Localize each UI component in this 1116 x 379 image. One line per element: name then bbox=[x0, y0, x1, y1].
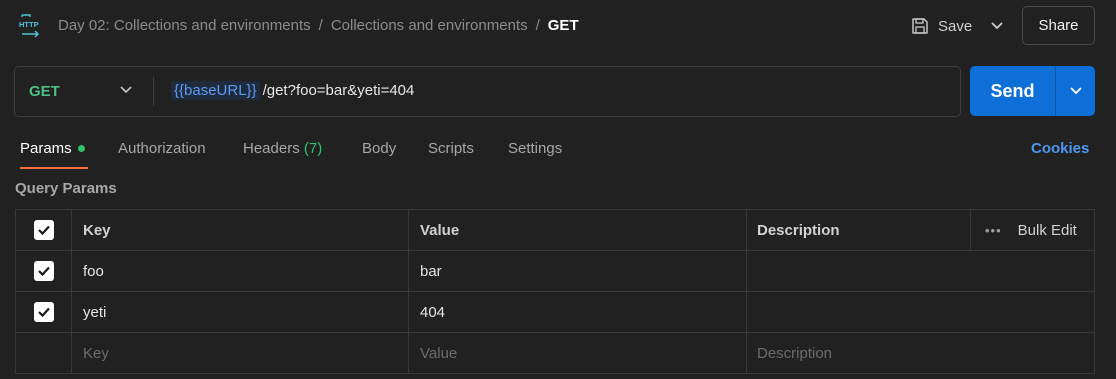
column-header-value: Value bbox=[409, 210, 747, 250]
request-name[interactable]: GET bbox=[548, 17, 579, 34]
method-label: GET bbox=[29, 83, 60, 100]
select-all-checkbox[interactable] bbox=[33, 220, 54, 240]
breadcrumb-collection[interactable]: Day 02: Collections and environments bbox=[58, 17, 311, 34]
tab-scripts[interactable]: Scripts bbox=[428, 140, 474, 157]
row-checkbox[interactable] bbox=[33, 302, 54, 322]
request-header: HTTP Day 02: Collections and environment… bbox=[0, 0, 1116, 52]
bulk-edit-label: Bulk Edit bbox=[1017, 221, 1077, 239]
active-tab-indicator bbox=[20, 167, 88, 169]
param-description-cell[interactable] bbox=[747, 292, 1094, 332]
query-params-title: Query Params bbox=[15, 180, 117, 197]
table-header-row: Key Value Description ••• Bulk Edit bbox=[16, 210, 1094, 251]
headers-count: (7) bbox=[303, 140, 323, 157]
bulk-edit-button[interactable]: ••• Bulk Edit bbox=[971, 210, 1094, 250]
select-all-cell bbox=[16, 210, 72, 250]
save-icon bbox=[912, 18, 928, 34]
row-check-cell bbox=[16, 251, 72, 291]
table-row-new: Key Value Description bbox=[16, 333, 1094, 374]
tab-params[interactable]: Params bbox=[20, 140, 85, 157]
check-icon bbox=[37, 266, 50, 277]
chevron-down-icon bbox=[1069, 87, 1082, 95]
new-description-input[interactable]: Description bbox=[747, 333, 1094, 373]
param-description-cell[interactable] bbox=[747, 251, 1094, 291]
table-row: foo bar bbox=[16, 251, 1094, 292]
param-key-cell[interactable]: yeti bbox=[72, 292, 409, 332]
chevron-down-icon bbox=[991, 22, 1003, 30]
tab-body[interactable]: Body bbox=[362, 140, 396, 157]
cookies-link[interactable]: Cookies bbox=[1031, 140, 1089, 157]
url-input[interactable]: {{baseURL}} /get?foo=bar&yeti=404 bbox=[171, 81, 414, 100]
check-icon bbox=[37, 307, 50, 318]
breadcrumb-folder[interactable]: Collections and environments bbox=[331, 17, 528, 34]
param-key-cell[interactable]: foo bbox=[72, 251, 409, 291]
tab-headers[interactable]: Headers (7) bbox=[243, 140, 322, 157]
more-icon[interactable]: ••• bbox=[985, 223, 1002, 238]
row-check-cell bbox=[16, 292, 72, 332]
row-checkbox[interactable] bbox=[33, 261, 54, 281]
column-header-description: Description bbox=[747, 210, 971, 250]
save-button[interactable]: Save bbox=[902, 10, 978, 42]
tab-authorization[interactable]: Authorization bbox=[118, 140, 206, 157]
send-button[interactable]: Send bbox=[970, 66, 1055, 116]
svg-text:HTTP: HTTP bbox=[19, 20, 39, 29]
save-label: Save bbox=[938, 17, 973, 35]
tab-settings[interactable]: Settings bbox=[508, 140, 562, 157]
tab-params-label: Params bbox=[20, 140, 72, 157]
breadcrumb-separator: / bbox=[318, 17, 323, 34]
share-button[interactable]: Share bbox=[1022, 6, 1095, 45]
param-value-cell[interactable]: bar bbox=[409, 251, 747, 291]
request-tabs: Params Authorization Headers (7) Body Sc… bbox=[0, 130, 1116, 170]
divider bbox=[153, 77, 154, 106]
chevron-down-icon bbox=[120, 86, 132, 94]
column-header-key: Key bbox=[72, 210, 409, 250]
http-icon: HTTP bbox=[19, 14, 39, 38]
breadcrumb: Day 02: Collections and environments / C… bbox=[58, 17, 579, 34]
param-value-cell[interactable]: 404 bbox=[409, 292, 747, 332]
url-path: /get?foo=bar&yeti=404 bbox=[262, 82, 415, 99]
active-dot-icon bbox=[77, 144, 85, 152]
send-options-button[interactable] bbox=[1055, 66, 1095, 116]
table-row: yeti 404 bbox=[16, 292, 1094, 333]
row-check-cell bbox=[16, 333, 72, 373]
new-key-input[interactable]: Key bbox=[72, 333, 409, 373]
save-options-button[interactable] bbox=[984, 12, 1010, 40]
url-variable[interactable]: {{baseURL}} bbox=[171, 81, 260, 100]
query-params-table: Key Value Description ••• Bulk Edit foo … bbox=[15, 209, 1095, 374]
breadcrumb-separator: / bbox=[535, 17, 540, 34]
new-value-input[interactable]: Value bbox=[409, 333, 747, 373]
url-bar: GET {{baseURL}} /get?foo=bar&yeti=404 bbox=[14, 66, 961, 117]
tab-headers-label: Headers bbox=[243, 140, 300, 157]
check-icon bbox=[37, 225, 50, 236]
